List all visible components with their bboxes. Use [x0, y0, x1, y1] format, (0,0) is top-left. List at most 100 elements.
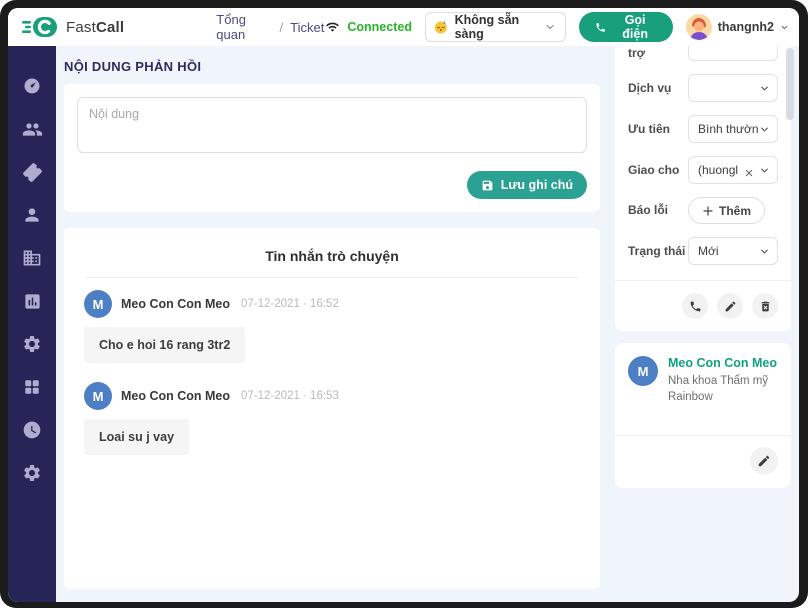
edit-ticket-button[interactable]: [717, 293, 743, 319]
ticket-actions: [628, 293, 778, 319]
feedback-card: Lưu ghi chú: [64, 84, 600, 212]
phone-icon: [689, 300, 702, 313]
delete-ticket-button[interactable]: [752, 293, 778, 319]
chat-title: Tin nhắn trò chuyện: [80, 248, 584, 264]
chat-message: M Meo Con Con Meo 07-12-2021 · 16:52 Cho…: [80, 290, 584, 376]
people-icon[interactable]: [21, 118, 43, 140]
panel-scrollbar[interactable]: [786, 48, 794, 120]
field-label: trợ: [628, 46, 688, 61]
field-row-error: Báo lỗi Thêm: [628, 197, 778, 224]
add-error-button[interactable]: Thêm: [688, 197, 765, 224]
ticket-actions-divider: [615, 280, 791, 281]
ticket-panel: trợ Dịch vụ Ưu tiên Bình thườn: [615, 46, 791, 488]
contact-organization: Nha khoa Thẩm mỹ Rainbow: [668, 374, 773, 405]
contact-divider: [615, 435, 791, 436]
user-menu[interactable]: thangnh2: [686, 14, 789, 40]
support-input[interactable]: [688, 46, 778, 61]
chevron-down-icon: [759, 246, 770, 257]
message-bubble: Cho e hoi 16 rang 3tr2: [84, 327, 245, 363]
sleepy-emoji-icon: z: [434, 19, 448, 35]
chevron-down-icon: [759, 165, 770, 176]
breadcrumb-overview[interactable]: Tổng quan: [216, 12, 272, 42]
contact-avatar: M: [628, 356, 658, 386]
save-note-label: Lưu ghi chú: [501, 178, 573, 192]
ticket-detail-card: trợ Dịch vụ Ưu tiên Bình thườn: [615, 46, 791, 331]
field-label: Báo lỗi: [628, 203, 688, 218]
user-avatar: [686, 14, 712, 40]
clear-selection-icon[interactable]: [745, 169, 753, 177]
connection-status-label: Connected: [347, 20, 412, 34]
chevron-down-icon: [544, 21, 556, 33]
call-button[interactable]: Gọi điện: [579, 12, 672, 42]
breadcrumb-ticket[interactable]: Ticket: [290, 20, 324, 35]
message-avatar: M: [84, 382, 112, 410]
apps-grid-icon[interactable]: [21, 376, 43, 398]
note-textarea[interactable]: [77, 97, 587, 153]
chevron-down-icon: [759, 124, 770, 135]
config-gear-icon[interactable]: [21, 462, 43, 484]
save-icon: [481, 179, 494, 192]
top-bar: FastCall Tổng quan / Ticket Connected: [8, 8, 799, 46]
call-contact-button[interactable]: [682, 293, 708, 319]
settings-icon[interactable]: [21, 333, 43, 355]
chat-divider: [86, 277, 578, 278]
chevron-down-icon: [780, 23, 789, 32]
field-label: Giao cho: [628, 163, 688, 178]
svg-text:z: z: [443, 20, 446, 25]
field-row-service: Dịch vụ: [628, 74, 778, 102]
feedback-section-title: NỘI DUNG PHẢN HỒI: [64, 59, 600, 74]
field-row-status: Trạng thái Mới: [628, 237, 778, 265]
field-row-assignee: Giao cho (huongl: [628, 156, 778, 184]
field-label: Dịch vụ: [628, 81, 688, 96]
save-note-button[interactable]: Lưu ghi chú: [467, 171, 587, 199]
window-frame: FastCall Tổng quan / Ticket Connected: [0, 0, 808, 608]
contact-card: M Meo Con Con Meo Nha khoa Thẩm mỹ Rainb…: [615, 343, 791, 488]
status-value: Mới: [698, 244, 759, 258]
agent-status-dropdown[interactable]: z Không sẵn sàng: [425, 12, 566, 42]
company-icon[interactable]: [21, 247, 43, 269]
dashboard-icon[interactable]: [21, 75, 43, 97]
assignee-value: (huongl: [698, 163, 745, 177]
chevron-down-icon: [759, 83, 770, 94]
ticket-icon[interactable]: [21, 161, 43, 183]
field-label: Trạng thái: [628, 244, 688, 259]
app-screen: FastCall Tổng quan / Ticket Connected: [8, 8, 799, 602]
agent-status-value: Không sẵn sàng: [455, 13, 538, 41]
pencil-icon: [757, 454, 771, 468]
plus-icon: [702, 205, 714, 217]
person-icon[interactable]: [21, 204, 43, 226]
connection-status: Connected: [324, 20, 412, 34]
field-row-partial: trợ: [628, 46, 778, 61]
message-avatar: M: [84, 290, 112, 318]
message-timestamp: 07-12-2021 · 16:53: [241, 390, 339, 402]
wifi-icon: [324, 20, 341, 34]
status-select[interactable]: Mới: [688, 237, 778, 265]
report-icon[interactable]: [21, 290, 43, 312]
phone-icon: [595, 21, 606, 34]
add-error-label: Thêm: [719, 204, 751, 218]
sidebar-nav: [8, 46, 56, 602]
assignee-select[interactable]: (huongl: [688, 156, 778, 184]
priority-select[interactable]: Bình thườn: [688, 115, 778, 143]
breadcrumb-separator: /: [280, 20, 284, 35]
chat-message: M Meo Con Con Meo 07-12-2021 · 16:53 Loa…: [80, 382, 584, 468]
message-timestamp: 07-12-2021 · 16:52: [241, 298, 339, 310]
chat-card: Tin nhắn trò chuyện M Meo Con Con Meo 07…: [64, 228, 600, 589]
brand-name: FastCall: [66, 19, 124, 36]
brand-logo[interactable]: FastCall: [22, 15, 124, 39]
message-sender: Meo Con Con Meo: [121, 389, 230, 403]
trash-icon: [759, 300, 772, 313]
edit-contact-button[interactable]: [750, 447, 778, 475]
message-sender: Meo Con Con Meo: [121, 297, 230, 311]
history-clock-icon[interactable]: [21, 419, 43, 441]
contact-name[interactable]: Meo Con Con Meo: [668, 356, 777, 370]
username-label: thangnh2: [718, 20, 774, 34]
breadcrumb: Tổng quan / Ticket: [216, 12, 324, 42]
main-content: NỘI DUNG PHẢN HỒI Lưu ghi chú Tin nhắn t…: [64, 46, 600, 589]
call-button-label: Gọi điện: [614, 13, 657, 41]
priority-value: Bình thườn: [698, 122, 759, 136]
service-select[interactable]: [688, 74, 778, 102]
fastcall-logo-icon: [22, 15, 60, 39]
message-bubble: Loai su j vay: [84, 419, 189, 455]
field-label: Ưu tiên: [628, 122, 688, 137]
